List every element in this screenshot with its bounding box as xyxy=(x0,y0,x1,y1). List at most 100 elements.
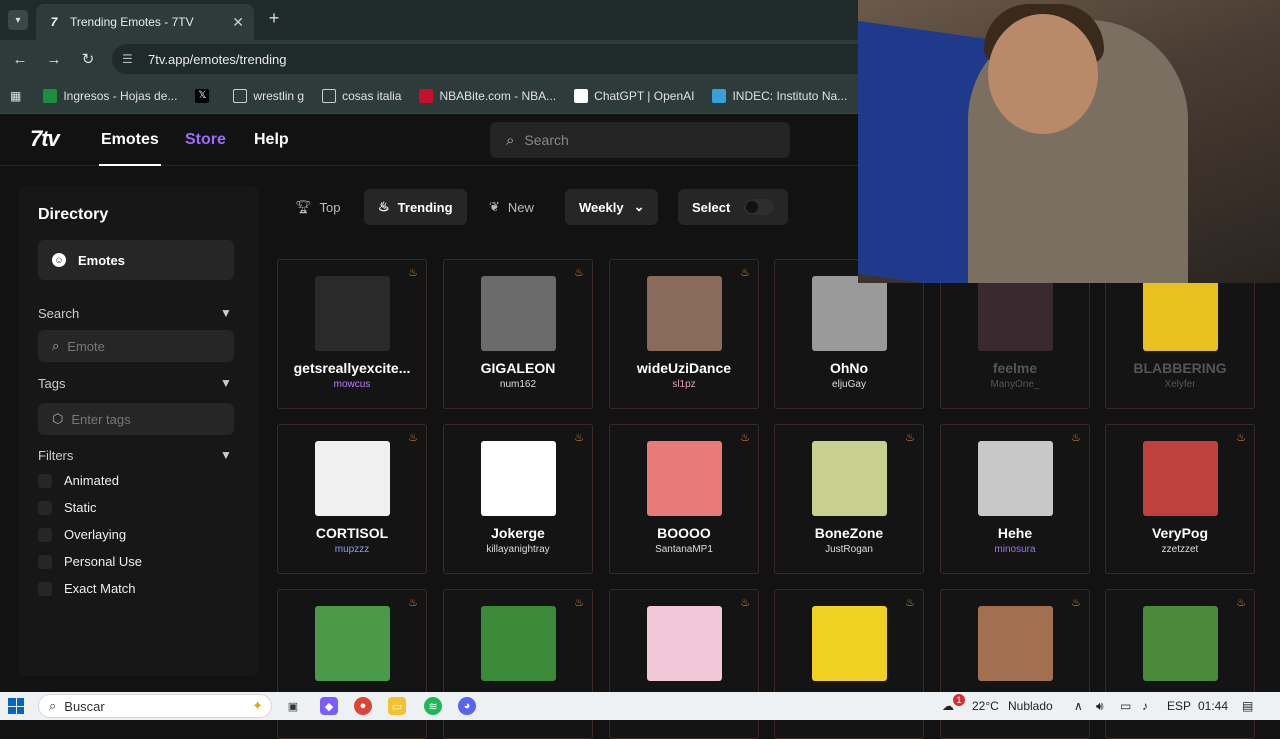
bookmark-item[interactable]: ChatGPT | OpenAI xyxy=(574,88,694,103)
sidebar-item-emotes[interactable]: ☺ Emotes xyxy=(38,240,234,280)
trending-fire-icon: ♨ xyxy=(740,597,750,609)
emote-name: OhNo xyxy=(829,360,869,376)
checkbox[interactable] xyxy=(38,527,52,542)
emote-card[interactable]: ♨ BoneZone JustRogan xyxy=(774,424,924,574)
taskbar-search[interactable]: ⌕ Buscar ✦ xyxy=(38,694,272,718)
chevron-down-icon[interactable]: ▼ xyxy=(220,306,232,320)
search-icon: ⌕ xyxy=(506,131,515,149)
checkbox[interactable] xyxy=(38,581,52,596)
emote-card[interactable]: ♨ Hehe minosura xyxy=(940,424,1090,574)
emote-name: BoneZone xyxy=(814,525,884,541)
tag-icon: ⬡ xyxy=(52,411,64,426)
sort-label: Top xyxy=(319,199,341,215)
emote-thumbnail xyxy=(481,441,556,516)
emote-owner[interactable]: num162 xyxy=(448,379,588,390)
period-dropdown[interactable]: Weekly ⌄ xyxy=(565,189,659,225)
reload-icon[interactable]: ↻ xyxy=(78,49,98,69)
sort-trending-button[interactable]: ♨ Trending xyxy=(364,189,467,225)
emote-owner[interactable]: ManyOne_ xyxy=(945,379,1085,390)
chevron-up-icon[interactable]: ∧ xyxy=(1074,699,1083,713)
apps-icon[interactable]: ▦ xyxy=(10,89,21,103)
emote-name: Jokerge xyxy=(491,525,545,541)
file-explorer-icon[interactable]: ▭ xyxy=(388,697,406,715)
emote-owner[interactable]: mupzzz xyxy=(282,544,422,555)
emote-owner[interactable]: JustRogan xyxy=(779,544,919,555)
filter-static[interactable]: Static xyxy=(38,500,97,515)
emote-owner[interactable]: sl1pz xyxy=(614,379,754,390)
chevron-down-icon[interactable]: ▼ xyxy=(220,448,232,462)
tags-placeholder: Enter tags xyxy=(71,411,131,427)
toggle-switch[interactable] xyxy=(744,199,774,215)
emote-owner[interactable]: minosura xyxy=(945,544,1085,555)
emote-owner[interactable]: zzetzzet xyxy=(1110,544,1250,555)
new-tab-button[interactable]: + xyxy=(264,8,284,28)
checkbox[interactable] xyxy=(38,554,52,569)
emote-name: wideUziDance xyxy=(636,360,732,376)
microphone-icon[interactable]: ♪ xyxy=(1142,699,1148,713)
copilot-icon[interactable]: ◆ xyxy=(320,697,338,715)
emote-search-input[interactable]: ⌕ Emote xyxy=(38,330,234,362)
nav-store[interactable]: Store xyxy=(185,131,226,149)
windows-start-icon[interactable] xyxy=(8,698,24,714)
close-tab-icon[interactable]: ✕ xyxy=(232,14,244,31)
header-search-input[interactable]: ⌕ Search xyxy=(490,122,790,158)
emote-owner[interactable]: Xelyfer xyxy=(1110,379,1250,390)
forward-icon[interactable]: → xyxy=(44,49,64,69)
taskbar-search-label: Buscar xyxy=(64,698,105,714)
volume-icon[interactable]: 🔊︎ xyxy=(1096,699,1104,714)
bookmark-item[interactable]: wrestlin g xyxy=(233,88,304,103)
filter-personal-use[interactable]: Personal Use xyxy=(38,554,142,569)
language-indicator[interactable]: ESP xyxy=(1167,699,1191,713)
tab-search-button[interactable]: ▾ xyxy=(8,10,28,30)
filter-exact-match[interactable]: Exact Match xyxy=(38,581,136,596)
trending-fire-icon: ♨ xyxy=(740,432,750,444)
clock-time[interactable]: 01:44 xyxy=(1198,699,1228,713)
emote-owner[interactable]: killayanightray xyxy=(448,544,588,555)
address-bar[interactable]: ☰ 7tv.app/emotes/trending xyxy=(112,44,858,74)
nba-icon xyxy=(419,88,434,103)
select-toggle[interactable]: Select xyxy=(678,189,788,225)
spotify-icon[interactable]: ≋ xyxy=(424,697,442,715)
site-info-icon[interactable]: ☰ xyxy=(122,52,138,66)
weather-desc[interactable]: Nublado xyxy=(1008,699,1053,713)
bookmark-item[interactable]: NBABite.com - NBA... xyxy=(419,88,556,103)
battery-icon[interactable]: ▭ xyxy=(1120,699,1131,713)
emote-card[interactable]: ♨ CORTISOL mupzzz xyxy=(277,424,427,574)
bookmarks-bar: ▦ Ingresos - Hojas de... 𝕏wrestlin g cosas… xyxy=(0,78,858,114)
back-icon[interactable]: ← xyxy=(10,49,30,69)
weather-temp[interactable]: 22°C xyxy=(972,699,999,713)
filter-overlaying[interactable]: Overlaying xyxy=(38,527,126,542)
discord-icon[interactable]: ◕ xyxy=(458,697,476,715)
sort-new-button[interactable]: ❦ New xyxy=(475,189,548,225)
directory-sidebar: Directory ☺ Emotes Search ▼ ⌕ Emote Tags… xyxy=(18,186,258,676)
emote-card[interactable]: ♨ wideUziDance sl1pz xyxy=(609,259,759,409)
sort-top-button[interactable]: 🏆︎ Top xyxy=(281,189,354,225)
chevron-down-icon[interactable]: ▼ xyxy=(220,376,232,390)
emote-name: CORTISOL xyxy=(315,525,389,541)
7tv-logo[interactable]: 7tv xyxy=(30,126,60,152)
nav-emotes[interactable]: Emotes xyxy=(99,131,161,166)
filter-animated[interactable]: Animated xyxy=(38,473,119,488)
emote-card[interactable]: ♨ VeryPog zzetzzet xyxy=(1105,424,1255,574)
emote-name: GIGALEON xyxy=(480,360,556,376)
task-view-icon[interactable]: ▣ xyxy=(284,697,302,715)
checkbox[interactable] xyxy=(38,500,52,515)
notifications-icon[interactable]: ▤ xyxy=(1242,699,1253,713)
bookmark-item[interactable]: Ingresos - Hojas de... xyxy=(43,88,177,103)
emote-card[interactable]: ♨ BOOOO SantanaMP1 xyxy=(609,424,759,574)
emote-thumbnail xyxy=(647,276,722,351)
emote-card[interactable]: ♨ Jokerge killayanightray xyxy=(443,424,593,574)
nav-help[interactable]: Help xyxy=(254,131,289,149)
bookmark-item[interactable]: INDEC: Instituto Na... xyxy=(712,88,847,103)
browser-tab[interactable]: 7 Trending Emotes - 7TV ✕ xyxy=(36,4,254,40)
emote-owner[interactable]: eljuGay xyxy=(779,379,919,390)
bookmark-item[interactable]: 𝕏 xyxy=(195,88,215,103)
chrome-icon[interactable]: ● xyxy=(354,697,372,715)
bookmark-item[interactable]: cosas italia xyxy=(322,88,401,103)
tags-input[interactable]: ⬡ Enter tags xyxy=(38,403,234,435)
checkbox[interactable] xyxy=(38,473,52,488)
emote-card[interactable]: ♨ GIGALEON num162 xyxy=(443,259,593,409)
emote-card[interactable]: ♨ getsreallyexcite... mowcus xyxy=(277,259,427,409)
emote-owner[interactable]: SantanaMP1 xyxy=(614,544,754,555)
emote-owner[interactable]: mowcus xyxy=(282,379,422,390)
